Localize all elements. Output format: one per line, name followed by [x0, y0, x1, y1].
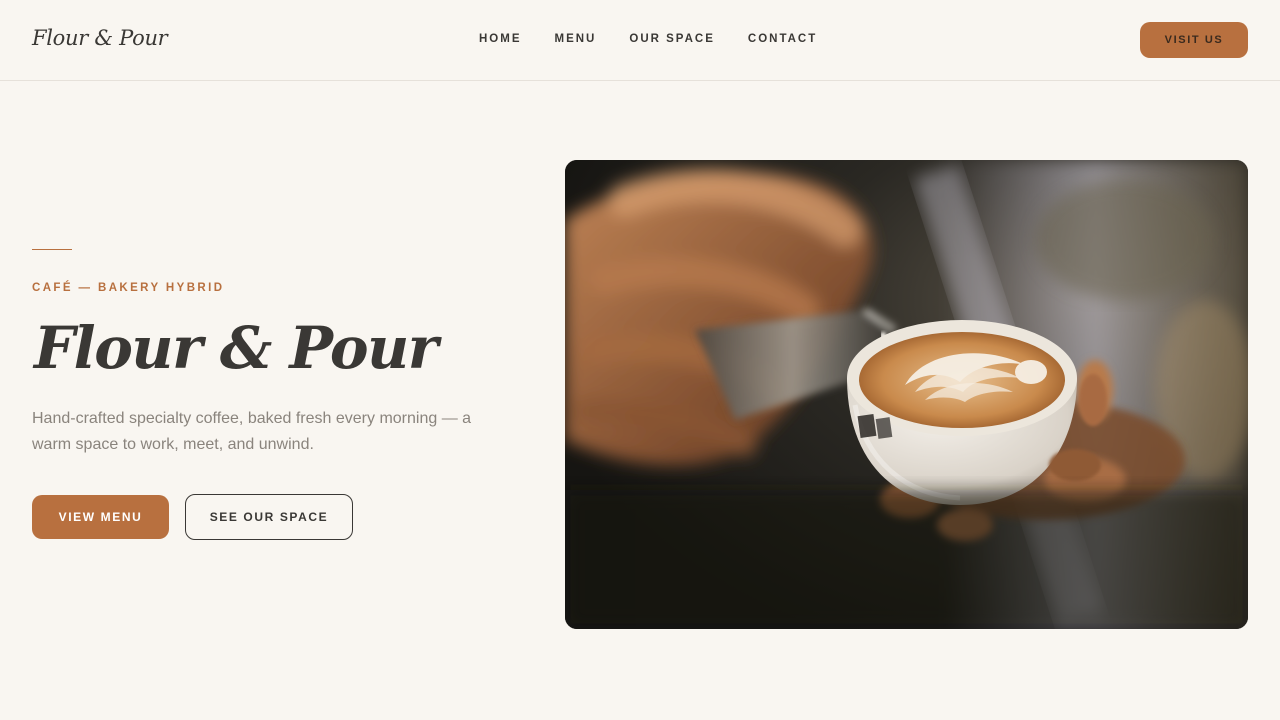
nav-links: HOME MENU OUR SPACE CONTACT [479, 33, 817, 45]
nav-link-menu[interactable]: MENU [555, 33, 597, 45]
nav-link-home[interactable]: HOME [479, 33, 522, 45]
nav-link-our-space[interactable]: OUR SPACE [629, 33, 715, 45]
nav-link-contact[interactable]: CONTACT [748, 33, 817, 45]
hero-description: Hand-crafted specialty coffee, baked fre… [32, 410, 472, 453]
see-our-space-button[interactable]: SEE OUR SPACE [185, 494, 353, 540]
latte-art-illustration [565, 160, 1248, 629]
site-logo[interactable]: Flour & Pour [32, 26, 168, 50]
accent-divider [32, 249, 72, 250]
hero-latte-photo [565, 160, 1248, 629]
view-menu-button[interactable]: VIEW MENU [32, 495, 169, 539]
visit-us-button[interactable]: VISIT US [1140, 22, 1248, 58]
hero-title: Flour & Pour [34, 314, 438, 382]
hero-eyebrow: CAFÉ — BAKERY HYBRID [32, 282, 225, 294]
top-navigation: Flour & Pour HOME MENU OUR SPACE CONTACT… [0, 0, 1280, 81]
